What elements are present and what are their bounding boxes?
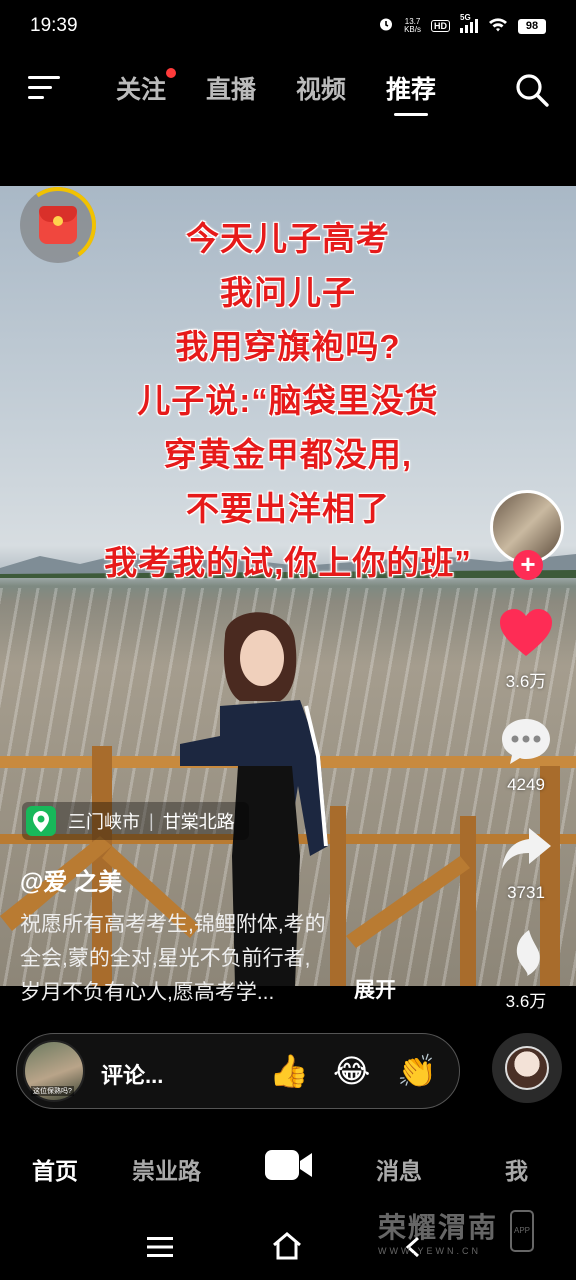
watermark-logo: 荣耀渭南 WWW.YEWN.CN APP	[378, 1206, 538, 1258]
search-icon[interactable]	[514, 72, 550, 108]
laughing-emoji-icon[interactable]: 😂	[333, 1052, 370, 1090]
camera-icon[interactable]	[264, 1148, 314, 1182]
overlay-line: 儿子说:“脑袋里没货	[137, 382, 439, 419]
clapping-emoji-icon[interactable]: 👏	[397, 1052, 437, 1090]
overlay-line: 我用穿旗袍吗?	[175, 328, 401, 365]
wifi-icon	[488, 17, 508, 36]
share-count: 3731	[507, 883, 545, 902]
comment-input[interactable]: 评论...	[101, 1058, 163, 1090]
comment-button[interactable]: 4249	[476, 716, 576, 795]
notification-dot	[166, 68, 177, 78]
comment-bar[interactable]: 这位保熟吗? 评论... 👍 😂 👏	[16, 1033, 460, 1109]
favorite-button[interactable]: 3.6万	[476, 928, 576, 1012]
top-nav: 关注 直播 视频 推荐	[0, 60, 576, 120]
status-bar: 19:39 13.7 KB/s HD 5G 98	[0, 0, 576, 52]
tab-home[interactable]: 首页	[32, 1152, 78, 1186]
menu-icon[interactable]	[28, 74, 62, 102]
network-speed: 13.7 KB/s	[404, 18, 421, 34]
location-tag[interactable]: 三门峡市 | 甘棠北路	[22, 802, 249, 840]
recent-apps-icon[interactable]	[147, 1236, 173, 1258]
cellular-signal-icon: 5G	[460, 13, 478, 33]
music-disc-icon[interactable]	[492, 1033, 562, 1103]
overlay-line: 我问儿子	[220, 274, 356, 311]
overlay-line: 我考我的试,你上你的班”	[104, 544, 472, 581]
tab-following-label: 关注	[116, 76, 167, 104]
hd-badge: HD	[431, 20, 450, 32]
heart-icon	[500, 609, 552, 656]
alarm-icon	[378, 16, 394, 37]
tab-video[interactable]: 视频	[296, 70, 346, 106]
bottom-tab-bar: 首页 崇业路 消息 我	[0, 1140, 576, 1196]
thumbnail-caption: 这位保熟吗?	[31, 1086, 74, 1096]
home-icon[interactable]	[272, 1232, 302, 1260]
location-city: 三门峡市	[68, 812, 140, 832]
battery-indicator: 98	[518, 18, 546, 34]
tab-city[interactable]: 崇业路	[132, 1152, 201, 1186]
status-icons: 13.7 KB/s HD 5G 98	[378, 13, 546, 37]
watermark-app-badge: APP	[510, 1210, 534, 1252]
network-speed-unit: KB/s	[404, 25, 421, 34]
share-button[interactable]: 3731	[476, 824, 576, 903]
comment-thumbnail: 这位保熟吗?	[23, 1040, 85, 1102]
author-name[interactable]: @爱 之美	[20, 862, 122, 897]
comment-icon	[502, 719, 550, 764]
tab-recommended[interactable]: 推荐	[386, 70, 436, 116]
feed-tabs: 关注 直播 视频 推荐	[116, 68, 436, 116]
location-separator: |	[149, 810, 154, 831]
red-packet-icon[interactable]	[13, 180, 103, 270]
feather-icon	[516, 930, 540, 976]
overlay-line: 穿黄金甲都没用,	[163, 436, 413, 473]
tab-messages[interactable]: 消息	[376, 1152, 422, 1186]
comment-count: 4249	[507, 775, 545, 794]
favorite-count: 3.6万	[505, 992, 547, 1011]
status-time: 19:39	[30, 15, 78, 36]
thumbs-up-emoji-icon[interactable]: 👍	[269, 1052, 309, 1090]
expand-button[interactable]: 展开	[354, 974, 396, 1004]
like-count: 3.6万	[505, 672, 547, 691]
follow-plus-icon[interactable]: +	[513, 550, 543, 580]
tab-me[interactable]: 我	[505, 1152, 528, 1186]
tab-following[interactable]: 关注	[116, 68, 177, 106]
network-type: 5G	[460, 13, 471, 22]
caption-line: 祝愿所有高考考生,锦鲤附体,考的	[20, 913, 326, 936]
share-arrow-icon	[502, 828, 551, 869]
location-pin-icon	[26, 806, 56, 836]
location-road: 甘棠北路	[162, 812, 235, 832]
like-button[interactable]: 3.6万	[476, 608, 576, 692]
tab-live[interactable]: 直播	[206, 70, 256, 106]
caption-line: 全会,蒙的全对,星光不负前行者,	[20, 947, 311, 970]
